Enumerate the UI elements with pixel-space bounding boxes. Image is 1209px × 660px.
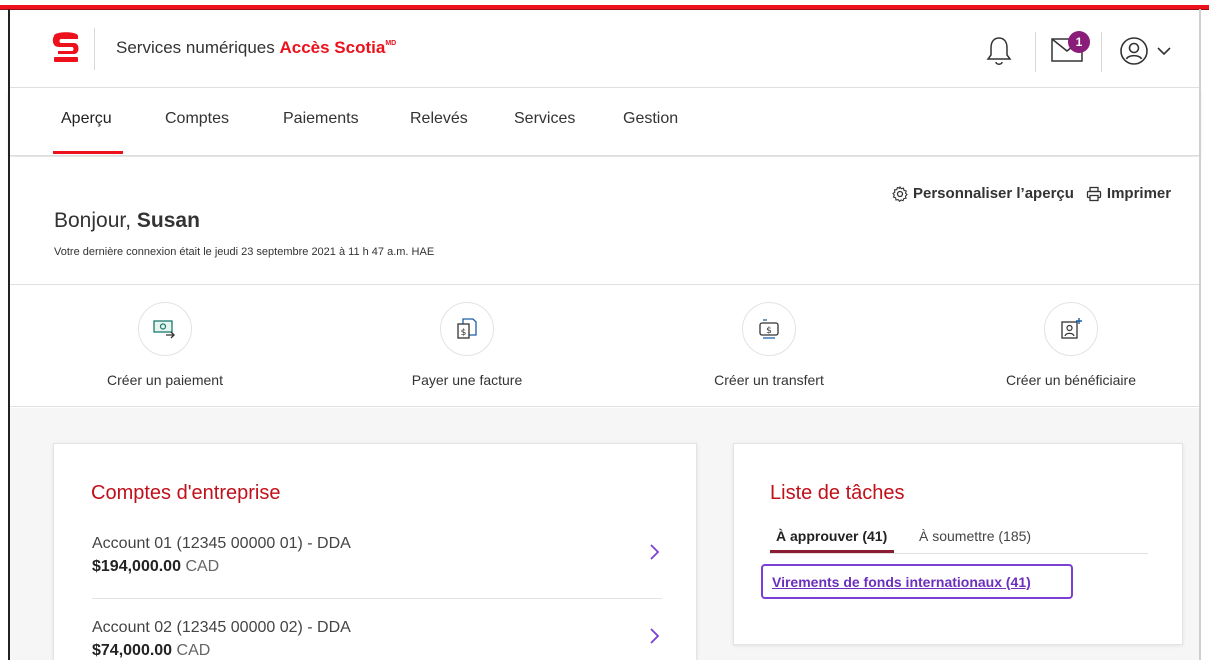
payment-icon (138, 302, 192, 356)
window-right-edge (1199, 9, 1201, 660)
main-nav: Aperçu Comptes Paiements Relevés Service… (10, 88, 1199, 156)
account-divider (92, 598, 662, 599)
pay-bill-label: Payer une facture (411, 372, 523, 388)
business-accounts-card: Comptes d'entreprise Account 01 (12345 0… (53, 443, 697, 660)
active-tab-indicator (53, 151, 123, 154)
greeting-hello: Bonjour, (54, 209, 132, 232)
international-transfers-link[interactable]: Virements de fonds internationaux (41) (761, 564, 1073, 599)
nav-tab-services[interactable]: Services (514, 110, 575, 128)
brand-prefix: Services numériques (116, 38, 275, 57)
account-row[interactable]: Account 01 (12345 00000 01) - DDA $194,0… (92, 535, 664, 597)
nav-tab-apercu[interactable]: Aperçu (61, 110, 112, 128)
add-payee-icon (1044, 302, 1098, 356)
create-payment-label: Créer un paiement (107, 372, 223, 388)
account-currency: CAD (185, 558, 220, 575)
nav-tab-comptes[interactable]: Comptes (165, 110, 229, 128)
account-name: Account 01 (12345 00000 01) - DDA (92, 535, 351, 552)
transfer-icon: $ (742, 302, 796, 356)
nav-tab-paiements[interactable]: Paiements (283, 110, 359, 128)
personalize-label: Personnaliser l’aperçu (913, 185, 1074, 202)
pay-bill-button[interactable]: $ Payer une facture (357, 302, 577, 388)
logo-divider (94, 28, 95, 70)
quick-actions: Créer un paiement $ Payer une facture $ (10, 286, 1199, 407)
chevron-right-icon[interactable] (648, 627, 662, 647)
print-button[interactable]: Imprimer (1086, 185, 1171, 202)
bell-icon[interactable] (984, 34, 1014, 68)
bill-icon: $ (440, 302, 494, 356)
account-balance: $194,000.00 CAD (92, 558, 219, 576)
task-tabs: À approuver (41) À soumettre (185) (770, 526, 1148, 554)
create-payment-button[interactable]: Créer un paiement (55, 302, 275, 388)
account-balance: $74,000.00 CAD (92, 642, 210, 660)
chevron-down-icon[interactable] (1155, 43, 1173, 59)
top-accent-bar (0, 0, 1209, 10)
create-payee-button[interactable]: Créer un bénéficiaire (961, 302, 1181, 388)
task-list-title: Liste de tâches (770, 482, 905, 504)
user-name: Susan (136, 209, 200, 232)
brand-title: Services numériques Accès ScotiaMD (116, 38, 396, 58)
personalize-button[interactable]: Personnaliser l’aperçu (892, 185, 1074, 202)
create-transfer-button[interactable]: $ Créer un transfert (659, 302, 879, 388)
printer-icon (1086, 186, 1102, 201)
account-name: Account 02 (12345 00000 02) - DDA (92, 619, 351, 636)
account-amount: $74,000.00 (92, 642, 173, 659)
notification-badge: 1 (1068, 31, 1090, 53)
greeting-section: Bonjour, Susan Votre dernière connexion … (10, 157, 1199, 285)
header-divider (1035, 32, 1036, 72)
user-profile-icon[interactable] (1118, 35, 1150, 67)
header-divider (1101, 32, 1102, 72)
active-task-tab-indicator (770, 550, 894, 553)
task-list-card: Liste de tâches À approuver (41) À soume… (733, 443, 1183, 645)
svg-text:$: $ (766, 326, 772, 336)
print-label: Imprimer (1106, 185, 1172, 202)
tab-to-submit[interactable]: À soumettre (185) (919, 528, 1031, 544)
account-currency: CAD (176, 642, 211, 659)
svg-text:$: $ (461, 328, 467, 338)
brand-name: Accès Scotia (279, 38, 386, 57)
app-frame: Services numériques Accès ScotiaMD 1 Ape… (0, 0, 1209, 660)
brand-mark: MD (385, 40, 397, 47)
header: Services numériques Accès ScotiaMD 1 (10, 10, 1199, 88)
overview-tools: Personnaliser l’aperçu Imprimer (892, 185, 1171, 202)
last-login-text: Votre dernière connexion était le jeudi … (54, 246, 435, 258)
tab-to-approve[interactable]: À approuver (41) (776, 528, 887, 544)
create-transfer-label: Créer un transfert (714, 372, 824, 388)
scotiabank-logo-icon[interactable] (50, 30, 82, 64)
business-accounts-title: Comptes d'entreprise (91, 482, 281, 504)
nav-tab-gestion[interactable]: Gestion (623, 110, 678, 128)
gear-icon (892, 185, 908, 202)
window-left-edge (8, 9, 10, 660)
account-row[interactable]: Account 02 (12345 00000 02) - DDA $74,00… (92, 619, 664, 660)
account-amount: $194,000.00 (92, 558, 181, 575)
create-payee-label: Créer un bénéficiaire (1006, 372, 1136, 388)
nav-tab-releves[interactable]: Relevés (410, 110, 468, 128)
greeting-title: Bonjour, Susan (54, 209, 200, 233)
chevron-right-icon[interactable] (648, 543, 662, 563)
